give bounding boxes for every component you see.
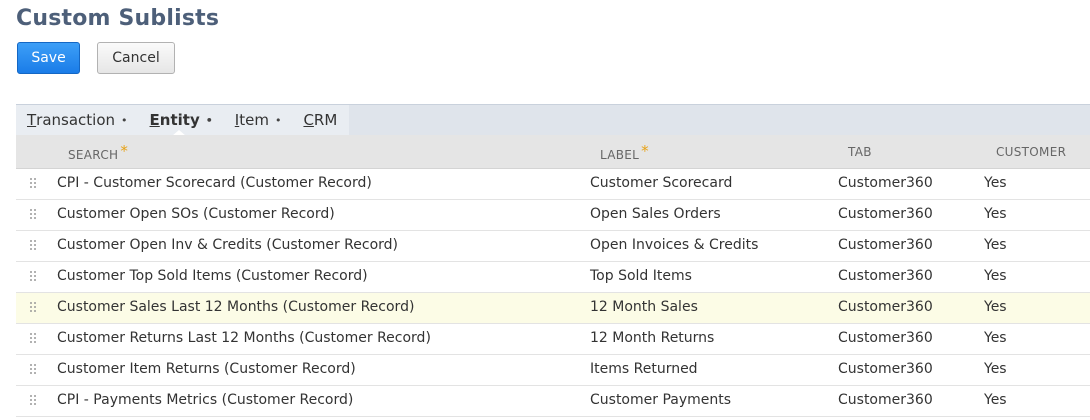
drag-handle-icon[interactable]: [30, 240, 38, 252]
cell-tab[interactable]: Customer360: [838, 299, 933, 315]
subtab-transaction[interactable]: Transaction •: [27, 105, 128, 135]
cell-search[interactable]: Customer Returns Last 12 Months (Custome…: [57, 330, 431, 346]
sublist-table-body: CPI - Customer Scorecard (Customer Recor…: [16, 169, 1090, 417]
cell-tab[interactable]: Customer360: [838, 392, 933, 408]
drag-handle-icon[interactable]: [30, 209, 38, 221]
cell-customer[interactable]: Yes: [984, 237, 1007, 253]
cell-customer[interactable]: Yes: [984, 392, 1007, 408]
cell-customer[interactable]: Yes: [984, 268, 1007, 284]
page-title: Custom Sublists: [16, 6, 220, 31]
subtab-separator: •: [274, 113, 282, 127]
table-row[interactable]: Customer Open SOs (Customer Record) Open …: [16, 200, 1090, 231]
cell-label[interactable]: Top Sold Items: [590, 268, 692, 284]
cell-search[interactable]: CPI - Customer Scorecard (Customer Recor…: [57, 175, 372, 191]
cell-search[interactable]: Customer Item Returns (Customer Record): [57, 361, 356, 377]
cell-search[interactable]: Customer Open SOs (Customer Record): [57, 206, 335, 222]
drag-handle-icon[interactable]: [30, 364, 38, 376]
cell-customer[interactable]: Yes: [984, 175, 1007, 191]
subtab-item[interactable]: Item •: [235, 105, 282, 135]
column-header-label[interactable]: LABEL *: [600, 142, 649, 163]
column-header-tab[interactable]: TAB: [848, 145, 872, 159]
subtab-label: RM: [313, 111, 338, 129]
column-header-label-label: LABEL: [600, 148, 640, 162]
cell-tab[interactable]: Customer360: [838, 206, 933, 222]
cell-search[interactable]: Customer Sales Last 12 Months (Customer …: [57, 299, 414, 315]
table-row[interactable]: CPI - Payments Metrics (Customer Record)…: [16, 386, 1090, 417]
cell-search[interactable]: Customer Top Sold Items (Customer Record…: [57, 268, 368, 284]
table-row[interactable]: Customer Open Inv & Credits (Customer Re…: [16, 231, 1090, 262]
column-header-customer-label: CUSTOMER: [996, 145, 1067, 159]
cell-label[interactable]: Customer Scorecard: [590, 175, 732, 191]
subtab-crm[interactable]: C RM: [303, 105, 337, 135]
subtab-access-key: C: [303, 111, 314, 129]
subtab-label: ransaction: [36, 111, 116, 129]
subtab-access-key: E: [149, 111, 160, 129]
cell-label[interactable]: Open Invoices & Credits: [590, 237, 758, 253]
table-row[interactable]: CPI - Customer Scorecard (Customer Recor…: [16, 169, 1090, 200]
cell-search[interactable]: CPI - Payments Metrics (Customer Record): [57, 392, 353, 408]
cell-tab[interactable]: Customer360: [838, 330, 933, 346]
cell-customer[interactable]: Yes: [984, 206, 1007, 222]
table-row[interactable]: Customer Item Returns (Customer Record) I…: [16, 355, 1090, 386]
cell-label[interactable]: Items Returned: [590, 361, 698, 377]
cell-tab[interactable]: Customer360: [838, 268, 933, 284]
cell-customer[interactable]: Yes: [984, 330, 1007, 346]
cell-customer[interactable]: Yes: [984, 299, 1007, 315]
subtab-bar: Transaction • Entity • Item • C RM: [16, 104, 1090, 136]
cell-tab[interactable]: Customer360: [838, 361, 933, 377]
subtab-label: tem: [239, 111, 269, 129]
subtab-separator: •: [205, 113, 213, 127]
drag-handle-icon[interactable]: [30, 395, 38, 407]
drag-handle-icon[interactable]: [30, 302, 38, 314]
custom-sublists-page: Custom Sublists Save Cancel Transaction •…: [0, 0, 1090, 420]
cell-search[interactable]: Customer Open Inv & Credits (Customer Re…: [57, 237, 398, 253]
subtab-label: ntity: [159, 111, 200, 129]
table-row[interactable]: Customer Sales Last 12 Months (Customer …: [16, 293, 1090, 324]
subtab-access-key: T: [27, 111, 37, 129]
cancel-button[interactable]: Cancel: [97, 42, 175, 74]
column-header-tab-label: TAB: [848, 145, 872, 159]
column-header-customer[interactable]: CUSTOMER: [996, 145, 1066, 159]
subtab-group: Transaction • Entity • Item • C RM: [16, 105, 350, 136]
required-mark: *: [120, 142, 129, 160]
cell-label[interactable]: 12 Month Sales: [590, 299, 698, 315]
table-header: SEARCH * LABEL * TAB CUSTOMER: [16, 135, 1090, 169]
cell-label[interactable]: Customer Payments: [590, 392, 731, 408]
cell-label[interactable]: 12 Month Returns: [590, 330, 714, 346]
cell-customer[interactable]: Yes: [984, 361, 1007, 377]
drag-handle-icon[interactable]: [30, 178, 38, 190]
drag-handle-icon[interactable]: [30, 333, 38, 345]
column-header-search[interactable]: SEARCH *: [68, 142, 129, 163]
cell-tab[interactable]: Customer360: [838, 237, 933, 253]
required-mark: *: [641, 142, 649, 160]
save-button[interactable]: Save: [17, 42, 80, 74]
subtab-entity[interactable]: Entity •: [149, 105, 213, 136]
cell-label[interactable]: Open Sales Orders: [590, 206, 721, 222]
table-row[interactable]: Customer Top Sold Items (Customer Record…: [16, 262, 1090, 293]
drag-handle-icon[interactable]: [30, 271, 38, 283]
subtab-separator: •: [121, 113, 128, 127]
column-header-search-label: SEARCH: [68, 148, 119, 162]
cell-tab[interactable]: Customer360: [838, 175, 933, 191]
table-row[interactable]: Customer Returns Last 12 Months (Custome…: [16, 324, 1090, 355]
